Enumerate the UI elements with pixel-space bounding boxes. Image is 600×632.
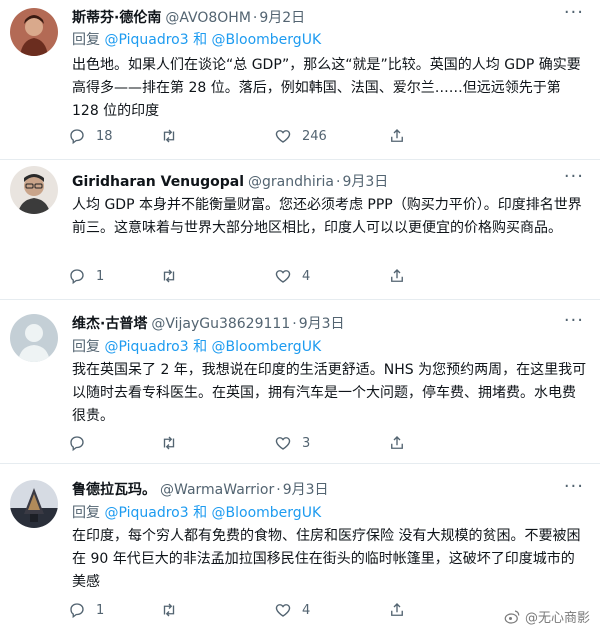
- like-count: 246: [302, 128, 327, 144]
- display-name[interactable]: Giridharan Venugopal: [72, 174, 244, 190]
- reply-button[interactable]: 18: [68, 127, 113, 145]
- retweet-icon: [163, 269, 175, 283]
- more-options-icon[interactable]: ···: [564, 166, 584, 187]
- reply-context: 回复 @Piquadro3 和 @BloombergUK: [72, 337, 580, 357]
- mention-link[interactable]: @BloombergUK: [212, 505, 322, 521]
- reply-prefix: 回复: [72, 32, 100, 48]
- share-button[interactable]: [388, 434, 416, 452]
- more-options-icon[interactable]: ···: [564, 310, 584, 331]
- avatar[interactable]: [10, 314, 58, 362]
- share-icon: [391, 603, 403, 616]
- tweet[interactable]: Giridharan Venugopal @grandhiria · 9月3日 ···…: [0, 160, 600, 300]
- tweet-header: 维杰·古普塔 @VijayGu38629111 · 9月3日: [72, 314, 560, 334]
- reply-icon: [70, 269, 84, 285]
- tweet-text: 人均 GDP 本身并不能衡量财富。您还必须考虑 PPP（购买力平价）。印度排名世…: [72, 197, 582, 236]
- reply-count: 1: [96, 268, 105, 284]
- like-count: 4: [302, 268, 311, 284]
- reply-and: 和: [193, 505, 208, 521]
- tweet-text: 我在英国呆了 2 年，我想说在印度的生活更舒适。NHS 为您预约两周，在这里我可…: [72, 362, 587, 424]
- tweet-date[interactable]: 9月2日: [259, 10, 305, 26]
- separator-dot: ·: [276, 482, 281, 498]
- retweet-button[interactable]: [160, 127, 188, 145]
- like-button[interactable]: 3: [274, 434, 310, 452]
- display-name[interactable]: 斯蒂芬·德伦南: [72, 10, 161, 26]
- reply-button[interactable]: 1: [68, 267, 104, 285]
- more-options-icon[interactable]: ···: [564, 2, 584, 23]
- weibo-icon: [504, 609, 520, 624]
- avatar[interactable]: [10, 166, 58, 214]
- separator-dot: ·: [336, 174, 341, 190]
- reply-icon: [70, 603, 84, 619]
- avatar[interactable]: [10, 480, 58, 528]
- display-name[interactable]: 鲁德拉瓦玛。: [72, 482, 156, 498]
- user-handle[interactable]: @AVO8OHM: [165, 10, 251, 26]
- tweet[interactable]: 维杰·古普塔 @VijayGu38629111 · 9月3日 ··· 回复 @Piqu…: [0, 300, 600, 464]
- tweet-header: Giridharan Venugopal @grandhiria · 9月3日: [72, 172, 560, 192]
- mention-link[interactable]: @BloombergUK: [212, 339, 322, 355]
- mention-link[interactable]: @Piquadro3: [104, 505, 188, 521]
- tweet-text: 出色地。如果人们在谈论“总 GDP”，那么这“就是”比较。英国的人均 GDP 确…: [72, 57, 581, 119]
- reply-count: 1: [96, 602, 105, 618]
- reply-button[interactable]: 1: [68, 601, 104, 619]
- like-button[interactable]: 4: [274, 267, 310, 285]
- more-options-icon[interactable]: ···: [564, 476, 584, 497]
- tweet-date[interactable]: 9月3日: [299, 316, 345, 332]
- mention-link[interactable]: @Piquadro3: [104, 32, 188, 48]
- user-handle[interactable]: @grandhiria: [248, 174, 334, 190]
- mention-link[interactable]: @Piquadro3: [104, 339, 188, 355]
- reply-prefix: 回复: [72, 505, 100, 521]
- avatar[interactable]: [10, 8, 58, 56]
- heart-icon: [275, 270, 291, 283]
- share-icon: [391, 269, 403, 282]
- heart-icon: [275, 130, 291, 143]
- tweet-date[interactable]: 9月3日: [283, 482, 329, 498]
- reply-and: 和: [193, 339, 208, 355]
- share-button[interactable]: [388, 127, 416, 145]
- reply-context: 回复 @Piquadro3 和 @BloombergUK: [72, 30, 580, 50]
- tweet-text: 在印度，每个穷人都有免费的食物、住房和医疗保险 没有大规模的贫困。不要被困在 9…: [72, 528, 581, 590]
- tweet-actions: 3: [68, 434, 428, 456]
- like-count: 3: [302, 435, 311, 451]
- user-handle[interactable]: @VijayGu38629111: [151, 316, 290, 332]
- reply-context: 回复 @Piquadro3 和 @BloombergUK: [72, 503, 580, 523]
- heart-icon: [275, 604, 291, 617]
- tweet-header: 鲁德拉瓦玛。 @WarmaWarrior · 9月3日: [72, 480, 560, 500]
- tweet-actions: 18 246: [68, 127, 428, 149]
- reply-icon: [70, 129, 84, 145]
- retweet-button[interactable]: [160, 601, 188, 619]
- watermark: @无心商影: [503, 607, 590, 626]
- separator-dot: ·: [292, 316, 297, 332]
- reply-prefix: 回复: [72, 339, 100, 355]
- tweet-actions: 1 4: [68, 267, 428, 289]
- like-count: 4: [302, 602, 311, 618]
- retweet-button[interactable]: [160, 434, 188, 452]
- mention-link[interactable]: @BloombergUK: [212, 32, 322, 48]
- share-button[interactable]: [388, 267, 416, 285]
- separator-dot: ·: [252, 10, 258, 26]
- share-icon: [391, 436, 403, 449]
- reply-icon: [70, 436, 84, 452]
- tweet-actions: 1 4: [68, 601, 428, 623]
- retweet-button[interactable]: [160, 267, 188, 285]
- retweet-icon: [163, 129, 175, 143]
- tweet-date[interactable]: 9月3日: [342, 174, 388, 190]
- share-button[interactable]: [388, 601, 416, 619]
- like-button[interactable]: 4: [274, 601, 310, 619]
- reply-count: 18: [96, 128, 113, 144]
- tweet[interactable]: 斯蒂芬·德伦南 @AVO8OHM · 9月2日 ··· 回复 @Piquadro3 和…: [0, 0, 600, 160]
- retweet-icon: [163, 603, 175, 617]
- heart-icon: [275, 437, 291, 450]
- like-button[interactable]: 246: [274, 127, 327, 145]
- retweet-icon: [163, 436, 175, 450]
- reply-button[interactable]: [68, 434, 96, 452]
- watermark-text: @无心商影: [524, 611, 590, 626]
- display-name[interactable]: 维杰·古普塔: [72, 316, 147, 332]
- reply-and: 和: [193, 32, 208, 48]
- user-handle[interactable]: @WarmaWarrior: [160, 482, 274, 498]
- share-icon: [391, 129, 403, 142]
- tweet-header: 斯蒂芬·德伦南 @AVO8OHM · 9月2日: [72, 8, 560, 28]
